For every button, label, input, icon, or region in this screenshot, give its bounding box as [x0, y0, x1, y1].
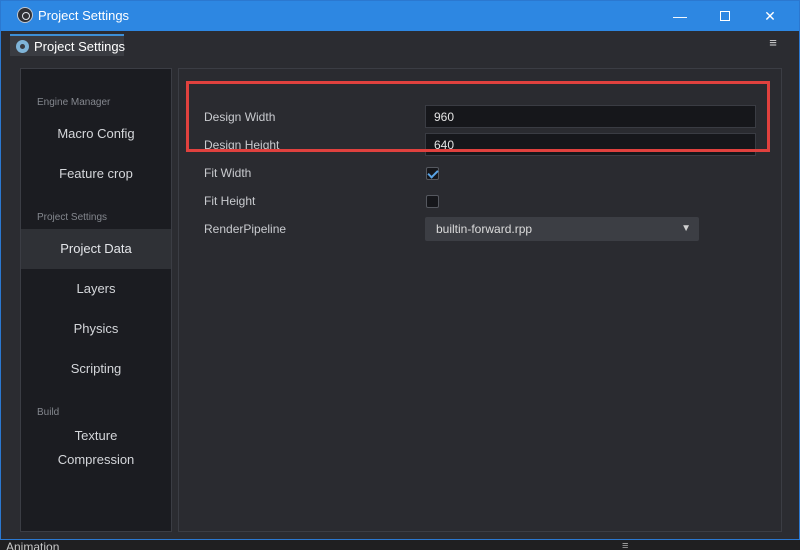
sidebar-item-texture-compression[interactable]: Texture Compression [21, 422, 171, 474]
sidebar-item-feature-crop[interactable]: Feature crop [21, 154, 171, 194]
minimize-button[interactable]: — [657, 1, 703, 31]
sidebar-item-scripting[interactable]: Scripting [21, 349, 171, 389]
tab-label: Project Settings [34, 39, 126, 54]
design-width-label: Design Width [204, 110, 276, 124]
settings-sidebar: Engine Manager Macro Config Feature crop… [20, 68, 172, 532]
design-height-input[interactable] [425, 133, 756, 156]
project-data-panel: Design Width Design Height Fit Width Fit… [178, 68, 782, 532]
project-settings-window: Project Settings — ✕ Project Settings ≡ … [0, 0, 800, 540]
maximize-icon [720, 11, 730, 22]
render-pipeline-label: RenderPipeline [204, 222, 287, 236]
sidebar-item-project-data[interactable]: Project Data [21, 229, 171, 269]
app-logo-icon [17, 7, 33, 23]
fit-width-checkbox[interactable] [426, 167, 439, 180]
tab-bar: Project Settings ≡ [1, 31, 799, 57]
close-button[interactable]: ✕ [747, 1, 793, 31]
render-pipeline-select[interactable]: builtin-forward.rpp ▼ [425, 217, 699, 241]
sidebar-item-physics[interactable]: Physics [21, 309, 171, 349]
window-title: Project Settings [38, 8, 130, 23]
sidebar-item-macro-config[interactable]: Macro Config [21, 114, 171, 154]
sidebar-item-layers[interactable]: Layers [21, 269, 171, 309]
design-height-label: Design Height [204, 138, 280, 152]
fit-height-checkbox[interactable] [426, 195, 439, 208]
sidebar-group-engine-manager: Engine Manager [37, 97, 111, 108]
sidebar-group-build: Build [37, 407, 60, 418]
chevron-down-icon: ▼ [681, 223, 691, 234]
render-pipeline-value: builtin-forward.rpp [436, 222, 533, 236]
fit-height-label: Fit Height [204, 194, 256, 208]
sidebar-item-label: Compression [57, 452, 135, 467]
title-bar: Project Settings — ✕ [1, 1, 799, 31]
tab-project-settings[interactable]: Project Settings [10, 34, 126, 56]
fit-width-label: Fit Width [204, 166, 252, 180]
maximize-button[interactable] [702, 1, 748, 31]
gear-icon [16, 40, 29, 53]
sidebar-group-project-settings: Project Settings [37, 212, 108, 223]
design-width-input[interactable] [425, 105, 756, 128]
panel-menu-icon[interactable]: ≡ [765, 36, 781, 52]
background-animation-label: Animation [6, 540, 60, 550]
background-menu-icon[interactable]: ≡ [622, 540, 628, 550]
sidebar-item-label: Texture [74, 428, 118, 443]
settings-content: Engine Manager Macro Config Feature crop… [1, 57, 799, 539]
